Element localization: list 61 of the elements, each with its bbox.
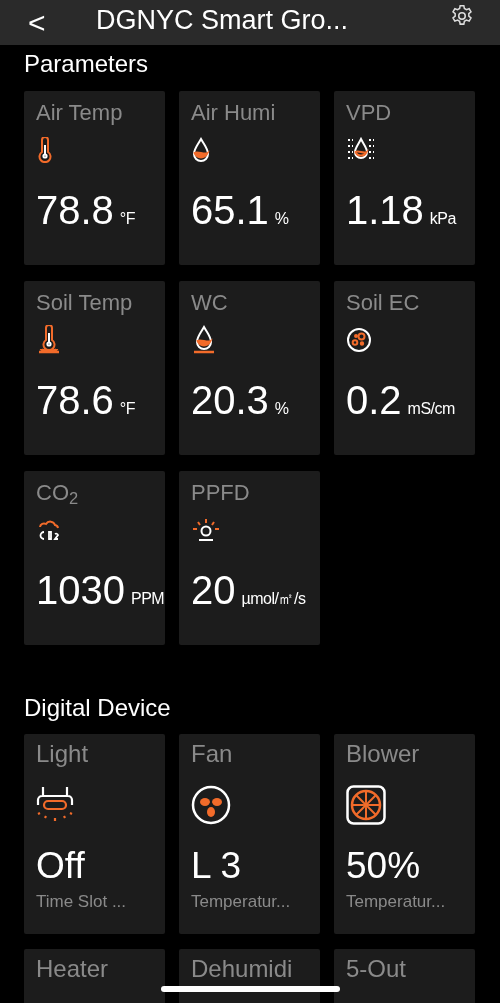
reading-value: 78.8: [36, 187, 114, 233]
card-label: CO$_{2}$: [36, 479, 80, 507]
card-label: Fan: [191, 740, 234, 767]
parameter-card[interactable]: VPD 1.18 kPa: [334, 91, 475, 265]
device-card[interactable]: Light Off Time Slot ...: [24, 734, 165, 934]
water-drop-icon: [191, 137, 211, 163]
back-button[interactable]: <: [28, 7, 58, 38]
card-label: Soil Temp: [36, 289, 134, 317]
unit-label: µmol/㎡/s: [241, 589, 306, 609]
unit-label: mS/cm: [407, 399, 455, 419]
card-label: VPD: [346, 99, 393, 127]
device-card[interactable]: 5-Out: [334, 949, 475, 1003]
reading-value: 1030: [36, 567, 125, 613]
card-label: WC: [191, 289, 229, 317]
parameter-card[interactable]: Soil EC 0.2 mS/cm: [334, 281, 475, 455]
parameter-card[interactable]: WC 20.3%: [179, 281, 320, 455]
reading-value: 78.6: [36, 377, 114, 423]
unit-label: kPa: [429, 209, 456, 229]
card-label: Blower: [346, 740, 421, 767]
reading-value: 65.1: [191, 187, 269, 233]
device-state: Off: [36, 845, 86, 887]
unit-label: %: [274, 399, 289, 419]
section-title: Digital Device: [24, 693, 172, 723]
thermometer-icon: [36, 137, 54, 163]
sun-icon: [191, 517, 221, 543]
device-card[interactable]: Fan L 3 Temperatur...: [179, 734, 320, 934]
card-label: Air Temp: [36, 99, 124, 127]
control-mode: Time Slot ...: [36, 891, 127, 913]
reading-value: 20.3: [191, 377, 269, 423]
reading-value: 1.18: [346, 187, 424, 233]
unit-label: °F: [119, 209, 136, 229]
card-label: PPFD: [191, 479, 251, 507]
control-mode: Temperatur...: [191, 891, 291, 913]
unit-label: %: [274, 209, 289, 229]
parameter-card[interactable]: Air Humi 65.1%: [179, 91, 320, 265]
parameter-card[interactable]: CO$_{2}$ 1030 PPM: [24, 471, 165, 645]
soil-thermometer-icon: [36, 325, 62, 355]
card-label: Dehumidi: [191, 955, 294, 982]
section-title: Parameters: [24, 49, 150, 79]
card-label: Heater: [36, 955, 110, 982]
device-state: L 3: [191, 845, 243, 887]
card-label: Air Humi: [191, 99, 277, 127]
device-card[interactable]: Heater: [24, 949, 165, 1003]
parameter-card[interactable]: Air Temp 78.8°F: [24, 91, 165, 265]
control-mode: Temperatur...: [346, 891, 446, 913]
parameter-card[interactable]: Soil Temp 78.6°F: [24, 281, 165, 455]
unit-label: °F: [119, 399, 136, 419]
card-label: 5-Out: [346, 955, 408, 982]
reading-value: 0.2: [346, 377, 402, 423]
card-label: Light: [36, 740, 90, 767]
blower-fan-icon: [346, 785, 386, 825]
particles-circle-icon: [346, 327, 372, 353]
unit-label: PPM: [131, 589, 165, 609]
soil-drop-icon: [191, 325, 217, 355]
device-state: 50%: [346, 845, 422, 887]
reading-value: 20: [191, 567, 236, 613]
fan-icon: [191, 785, 231, 825]
parameter-card[interactable]: PPFD 20 µmol/㎡/s: [179, 471, 320, 645]
card-label: Soil EC: [346, 289, 421, 317]
device-card[interactable]: Blower 50% Temperatur...: [334, 734, 475, 934]
page-title: DGNYC Smart Gro...: [96, 4, 349, 37]
